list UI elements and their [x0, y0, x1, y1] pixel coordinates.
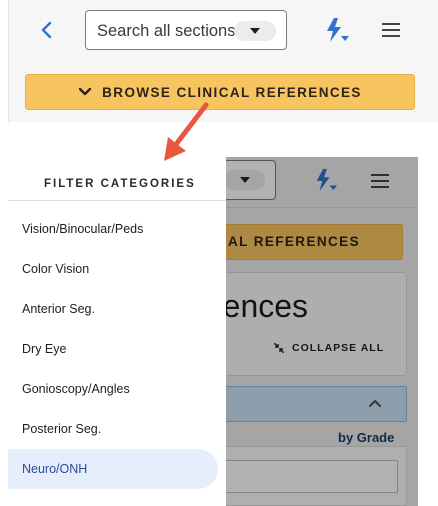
app-header: Search all sections BROWSE CLINICAL REFE…	[8, 0, 438, 122]
hamburger-menu-icon	[382, 23, 400, 37]
category-item[interactable]: Vision/Binocular/Peds	[8, 209, 218, 249]
top-toolbar: Search all sections	[9, 0, 438, 60]
category-item[interactable]: Color Vision	[8, 249, 218, 289]
search-placeholder: Search all sections	[97, 22, 236, 40]
main-menu-button[interactable]	[381, 20, 401, 40]
back-button[interactable]	[35, 18, 57, 42]
search-input[interactable]: Search all sections	[85, 10, 287, 50]
category-item[interactable]: Anterior Seg.	[8, 289, 218, 329]
browse-clinical-references-label: BROWSE CLINICAL REFERENCES	[102, 84, 362, 100]
filter-categories-drawer: FILTER CATEGORIES Vision/Binocular/Peds C…	[8, 157, 226, 506]
annotation-arrow-icon	[164, 102, 209, 161]
category-item[interactable]: Gonioscopy/Angles	[8, 369, 218, 409]
drawer-title: FILTER CATEGORIES	[44, 178, 196, 190]
chevron-down-icon	[78, 87, 92, 96]
dropdown-caret-icon	[250, 28, 260, 34]
quick-actions-bolt-icon	[327, 18, 349, 42]
category-item[interactable]: Dry Eye	[8, 329, 218, 369]
category-item[interactable]: Posterior Seg.	[8, 409, 218, 449]
search-scope-dropdown[interactable]	[234, 21, 276, 41]
category-item[interactable]: Neuro/ONH	[8, 449, 218, 489]
back-chevron-icon	[41, 21, 52, 39]
browse-clinical-references-button[interactable]: BROWSE CLINICAL REFERENCES	[25, 74, 415, 110]
quick-actions-button[interactable]	[323, 16, 349, 44]
